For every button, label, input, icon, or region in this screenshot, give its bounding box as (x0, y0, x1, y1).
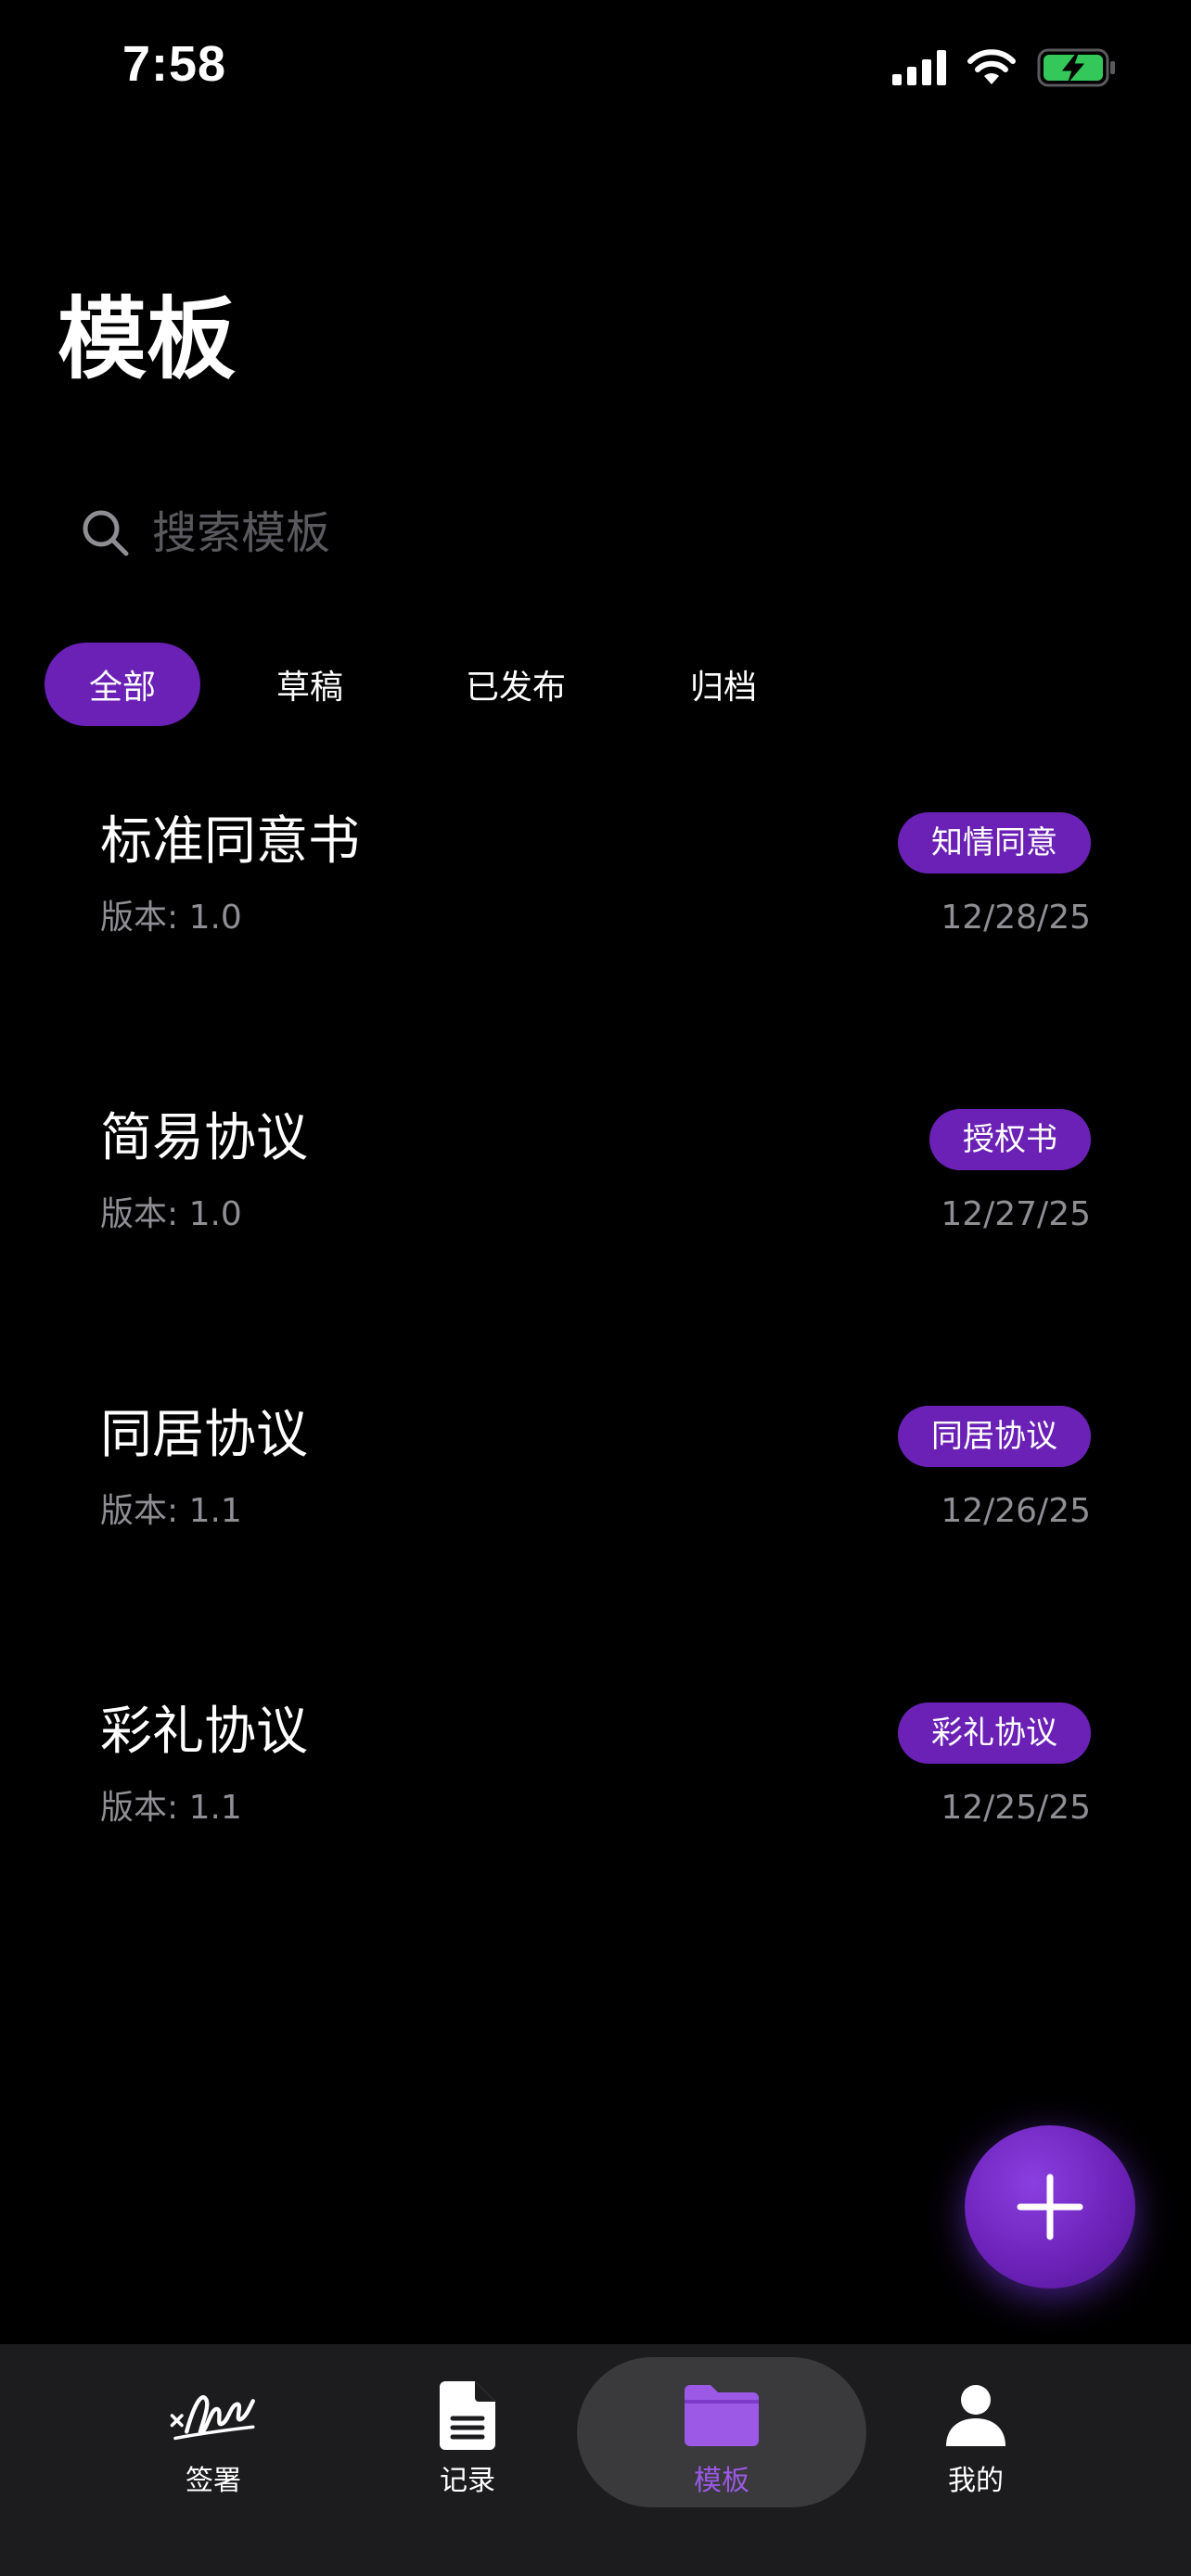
filter-tab-all[interactable]: 全部 (45, 643, 200, 726)
tab-sign-label: 签署 (186, 2465, 241, 2497)
template-row[interactable]: 同居协议 版本: 1.1 同居协议 12/26/25 (100, 1402, 1091, 1699)
template-category-badge: 授权书 (929, 1109, 1091, 1170)
search-bar[interactable] (45, 491, 1146, 575)
add-template-button[interactable] (965, 2125, 1135, 2289)
template-name: 简易协议 (100, 1108, 308, 1168)
battery-charging-icon (1037, 48, 1115, 87)
templates-screen: 7:58 模板 全部 草稿 已发布 归 (0, 0, 1191, 2576)
cellular-signal-icon (892, 50, 946, 85)
template-version: 版本: 1.1 (100, 1789, 242, 1827)
tab-records[interactable]: 记录 (375, 2344, 560, 2502)
template-version: 版本: 1.0 (100, 1195, 242, 1233)
template-date: 12/27/25 (941, 1195, 1091, 1233)
document-icon (440, 2381, 495, 2450)
tab-templates-label: 模板 (694, 2465, 749, 2497)
template-date: 12/25/25 (941, 1789, 1091, 1827)
bottom-tab-bar: 签署 记录 模板 我的 (0, 2344, 1191, 2576)
status-indicators (892, 46, 1117, 89)
tab-sign[interactable]: 签署 (121, 2344, 306, 2502)
tab-me[interactable]: 我的 (883, 2344, 1069, 2502)
template-list: 标准同意书 版本: 1.0 知情同意 12/28/25 简易协议 版本: 1.0… (100, 809, 1091, 1996)
tab-me-label: 我的 (948, 2465, 1004, 2497)
status-time: 7:58 (122, 36, 227, 92)
template-name: 彩礼协议 (100, 1702, 308, 1762)
filter-tab-archived[interactable]: 归档 (612, 643, 835, 726)
page-title: 模板 (58, 287, 236, 391)
folder-icon (685, 2385, 759, 2446)
template-row[interactable]: 彩礼协议 版本: 1.1 彩礼协议 12/25/25 (100, 1699, 1091, 1996)
filter-tab-drafts[interactable]: 草稿 (200, 643, 419, 726)
person-icon (946, 2385, 1005, 2446)
filter-tabs: 全部 草稿 已发布 归档 (45, 643, 835, 726)
template-category-badge: 知情同意 (898, 812, 1091, 874)
wifi-icon (967, 49, 1016, 84)
template-name: 同居协议 (100, 1405, 308, 1465)
template-date: 12/28/25 (941, 899, 1091, 937)
template-date: 12/26/25 (941, 1492, 1091, 1530)
filter-tab-published[interactable]: 已发布 (419, 643, 612, 726)
template-category-badge: 同居协议 (898, 1406, 1091, 1467)
search-icon (83, 510, 129, 556)
signature-icon (170, 2395, 255, 2441)
template-version: 版本: 1.1 (100, 1492, 242, 1530)
template-row[interactable]: 标准同意书 版本: 1.0 知情同意 12/28/25 (100, 809, 1091, 1105)
template-row[interactable]: 简易协议 版本: 1.0 授权书 12/27/25 (100, 1105, 1091, 1402)
tab-records-label: 记录 (440, 2465, 495, 2497)
tab-templates[interactable]: 模板 (629, 2344, 814, 2502)
template-version: 版本: 1.0 (100, 899, 242, 937)
search-input[interactable] (152, 491, 1146, 575)
plus-icon (1017, 2174, 1083, 2240)
template-category-badge: 彩礼协议 (898, 1702, 1091, 1764)
template-name: 标准同意书 (100, 811, 360, 872)
